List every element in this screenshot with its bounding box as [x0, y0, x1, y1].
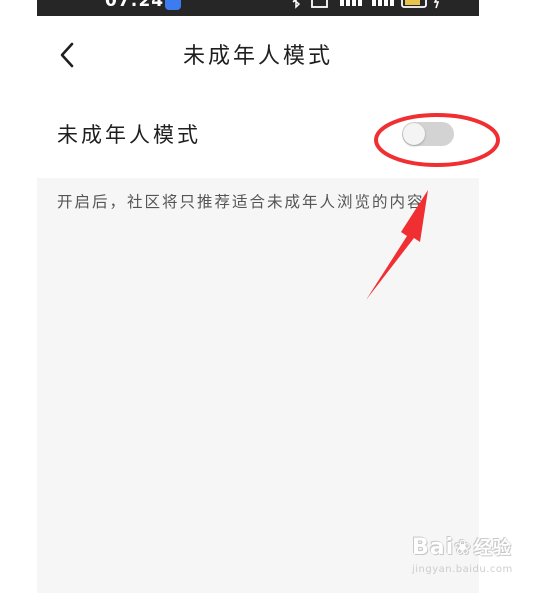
- status-bar: 07:24: [37, 0, 479, 16]
- app-notification-icon: [165, 0, 181, 10]
- charging-icon: [433, 0, 440, 9]
- navigation-bar: 未成年人模式: [37, 16, 479, 92]
- battery-icon: [401, 0, 427, 8]
- description-text: 开启后，社区将只推荐适合未成年人浏览的内容: [57, 193, 425, 211]
- signal-icon: [372, 0, 394, 6]
- watermark-url: jingyan.baidu.com: [412, 564, 513, 575]
- bluetooth-icon: [292, 0, 301, 9]
- setting-label: 未成年人模式: [57, 123, 201, 147]
- description-panel: 开启后，社区将只推荐适合未成年人浏览的内容: [37, 178, 479, 593]
- baidu-jingyan-watermark: Bai❀ 经验 jingyan.baidu.com: [412, 534, 512, 584]
- signal-icon: [340, 0, 362, 6]
- paw-icon: ❀: [454, 535, 472, 559]
- setting-row-minor-mode: 未成年人模式: [37, 92, 479, 178]
- watermark-brand-suffix: 经验: [473, 538, 512, 559]
- page-title: 未成年人模式: [182, 44, 333, 69]
- nfc-icon: [311, 0, 328, 8]
- toggle-knob: [403, 123, 425, 145]
- watermark-logo: Bai❀ 经验: [412, 534, 512, 560]
- status-time: 07:24: [105, 0, 165, 11]
- watermark-brand-prefix: Bai: [412, 535, 455, 560]
- phone-screen: 07:24 未成年人模式 未成年人模式 开启后，社区将只推荐适合未成年人浏览的内…: [37, 0, 479, 593]
- minor-mode-toggle[interactable]: [402, 122, 454, 146]
